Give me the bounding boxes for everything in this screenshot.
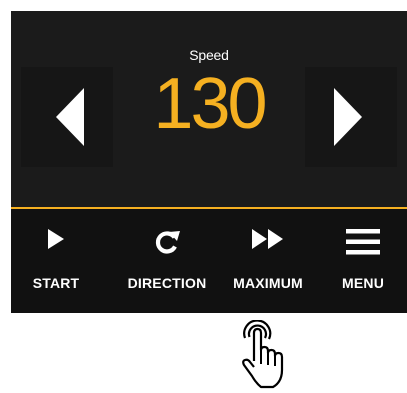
fast-forward-icon bbox=[252, 229, 283, 249]
hamburger-icon bbox=[346, 229, 380, 255]
speed-control-panel: Speed 130 START DIRECTION MAXIMUM MENU bbox=[11, 11, 407, 313]
start-label: START bbox=[32, 275, 80, 291]
tap-hand-icon bbox=[242, 320, 284, 389]
direction-button[interactable]: DIRECTION bbox=[111, 209, 223, 313]
start-button[interactable]: START bbox=[23, 209, 89, 313]
maximum-label: MAXIMUM bbox=[233, 275, 303, 291]
rotate-icon bbox=[155, 231, 180, 254]
menu-button[interactable]: MENU bbox=[329, 209, 397, 313]
speed-value: 130 bbox=[153, 64, 267, 144]
speed-display: Speed 130 bbox=[11, 11, 407, 207]
play-icon bbox=[48, 229, 64, 249]
menu-label: MENU bbox=[341, 275, 385, 291]
maximum-button[interactable]: MAXIMUM bbox=[223, 209, 313, 313]
toolbar: START DIRECTION MAXIMUM MENU bbox=[11, 209, 407, 313]
direction-label: DIRECTION bbox=[127, 275, 207, 291]
